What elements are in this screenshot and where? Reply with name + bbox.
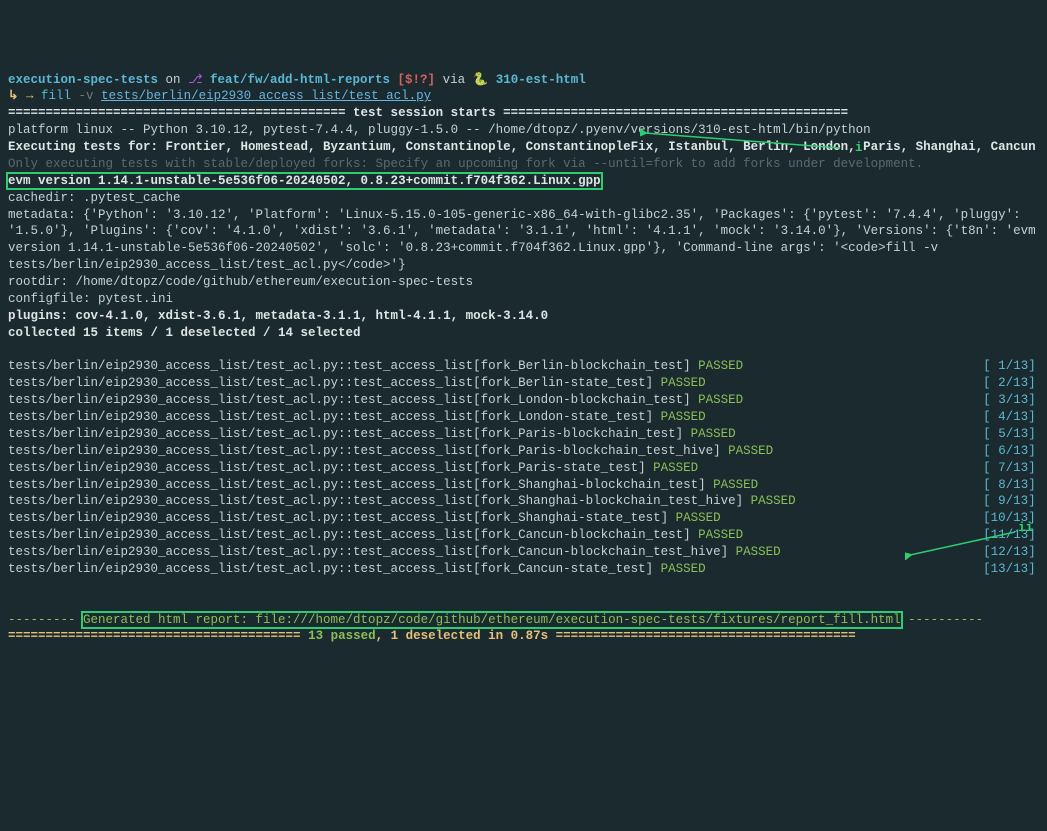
- test-counter: [ 7/13]: [983, 461, 1036, 475]
- test-name: tests/berlin/eip2930_access_list/test_ac…: [8, 410, 661, 424]
- test-status: PASSED: [661, 410, 706, 424]
- test-status: PASSED: [713, 478, 758, 492]
- test-status: PASSED: [661, 376, 706, 390]
- summary-eq-prefix: =======================================: [8, 629, 308, 643]
- test-row: tests/berlin/eip2930_access_list/test_ac…: [8, 427, 1036, 441]
- test-row: tests/berlin/eip2930_access_list/test_ac…: [8, 376, 1036, 390]
- test-row: tests/berlin/eip2930_access_list/test_ac…: [8, 410, 1036, 424]
- plugins-line: plugins: cov-4.1.0, xdist-3.6.1, metadat…: [8, 309, 548, 323]
- test-status: PASSED: [728, 444, 773, 458]
- only-executing-line: Only executing tests with stable/deploye…: [8, 157, 923, 171]
- test-status: PASSED: [736, 545, 781, 559]
- test-status: PASSED: [751, 494, 796, 508]
- prompt-line: execution-spec-tests on ⎇ feat/fw/add-ht…: [8, 73, 586, 87]
- test-status: PASSED: [661, 562, 706, 576]
- test-row: tests/berlin/eip2930_access_list/test_ac…: [8, 528, 1036, 542]
- rootdir-line: rootdir: /home/dtopz/code/github/ethereu…: [8, 275, 473, 289]
- branch-name: feat/fw/add-html-reports: [210, 73, 390, 87]
- test-counter: [ 1/13]: [983, 359, 1036, 373]
- git-status: [$!?]: [398, 73, 436, 87]
- metadata-line: metadata: {'Python': '3.10.12', 'Platfor…: [8, 207, 1038, 275]
- test-name: tests/berlin/eip2930_access_list/test_ac…: [8, 376, 661, 390]
- test-name: tests/berlin/eip2930_access_list/test_ac…: [8, 427, 691, 441]
- test-status: PASSED: [698, 359, 743, 373]
- summary-eq-suffix: ========================================: [548, 629, 856, 643]
- collected-line: collected 15 items / 1 deselected / 14 s…: [8, 326, 361, 340]
- annotation-arrow-ii: [905, 530, 1025, 560]
- test-row: tests/berlin/eip2930_access_list/test_ac…: [8, 359, 1036, 373]
- test-counter: [ 5/13]: [983, 427, 1036, 441]
- test-status: PASSED: [653, 461, 698, 475]
- test-status: PASSED: [691, 427, 736, 441]
- command-name: fill: [41, 89, 71, 103]
- test-status: PASSED: [698, 393, 743, 407]
- test-row: tests/berlin/eip2930_access_list/test_ac…: [8, 562, 1036, 576]
- test-name: tests/berlin/eip2930_access_list/test_ac…: [8, 359, 698, 373]
- terminal-output: execution-spec-tests on ⎇ feat/fw/add-ht…: [8, 72, 1039, 646]
- test-counter: [ 3/13]: [983, 393, 1036, 407]
- test-row: tests/berlin/eip2930_access_list/test_ac…: [8, 545, 1036, 559]
- report-path[interactable]: Generated html report: file:///home/dtop…: [83, 613, 901, 627]
- annotation-label-i: i: [855, 140, 863, 157]
- summary-sep: ,: [376, 629, 391, 643]
- prompt-arrow-icon: ↳ →: [8, 89, 33, 103]
- test-name: tests/berlin/eip2930_access_list/test_ac…: [8, 478, 713, 492]
- env-name: 310-est-html: [496, 73, 586, 87]
- summary-passed: 13 passed: [308, 629, 376, 643]
- test-row: tests/berlin/eip2930_access_list/test_ac…: [8, 461, 1036, 475]
- test-name: tests/berlin/eip2930_access_list/test_ac…: [8, 562, 661, 576]
- test-name: tests/berlin/eip2930_access_list/test_ac…: [8, 511, 676, 525]
- test-name: tests/berlin/eip2930_access_list/test_ac…: [8, 393, 698, 407]
- test-row: tests/berlin/eip2930_access_list/test_ac…: [8, 478, 1036, 492]
- branch-icon: ⎇: [188, 73, 202, 87]
- test-counter: [ 8/13]: [983, 478, 1036, 492]
- test-counter: [13/13]: [983, 562, 1036, 576]
- test-row: tests/berlin/eip2930_access_list/test_ac…: [8, 393, 1036, 407]
- test-status: PASSED: [676, 511, 721, 525]
- python-icon: 🐍: [473, 73, 489, 87]
- command-flag: -v: [79, 89, 94, 103]
- prompt-via: via: [443, 73, 466, 87]
- evm-version-line: evm version 1.14.1-unstable-5e536f06-202…: [8, 174, 601, 188]
- summary-time: in 0.87s: [481, 629, 549, 643]
- annotation-label-ii: ii: [1018, 520, 1033, 537]
- test-row: tests/berlin/eip2930_access_list/test_ac…: [8, 511, 1036, 525]
- dash-suffix: ----------: [901, 613, 984, 627]
- test-counter: [ 9/13]: [983, 494, 1036, 508]
- executing-tests-line: Executing tests for: Frontier, Homestead…: [8, 139, 1038, 156]
- dash-prefix: ---------: [8, 613, 83, 627]
- report-line: --------- Generated html report: file://…: [8, 613, 983, 627]
- test-name: tests/berlin/eip2930_access_list/test_ac…: [8, 494, 751, 508]
- configfile-line: configfile: pytest.ini: [8, 292, 173, 306]
- test-row: tests/berlin/eip2930_access_list/test_ac…: [8, 444, 1036, 458]
- test-name: tests/berlin/eip2930_access_list/test_ac…: [8, 528, 698, 542]
- test-name: tests/berlin/eip2930_access_list/test_ac…: [8, 461, 653, 475]
- command-line: ↳ → fill -v tests/berlin/eip2930_access_…: [8, 89, 431, 103]
- annotation-arrow-i: [640, 128, 860, 158]
- summary-deselected: 1 deselected: [391, 629, 481, 643]
- summary-line: ======================================= …: [8, 629, 856, 643]
- prompt-on: on: [166, 73, 181, 87]
- repo-name: execution-spec-tests: [8, 73, 158, 87]
- test-results-block: tests/berlin/eip2930_access_list/test_ac…: [8, 358, 1039, 594]
- test-counter: [ 2/13]: [983, 376, 1036, 390]
- command-arg[interactable]: tests/berlin/eip2930_access_list/test_ac…: [101, 89, 431, 103]
- test-name: tests/berlin/eip2930_access_list/test_ac…: [8, 545, 736, 559]
- session-header: ========================================…: [8, 106, 848, 120]
- test-name: tests/berlin/eip2930_access_list/test_ac…: [8, 444, 728, 458]
- test-row: tests/berlin/eip2930_access_list/test_ac…: [8, 494, 1036, 508]
- test-counter: [ 6/13]: [983, 444, 1036, 458]
- test-counter: [ 4/13]: [983, 410, 1036, 424]
- test-status: PASSED: [698, 528, 743, 542]
- cachedir-line: cachedir: .pytest_cache: [8, 191, 181, 205]
